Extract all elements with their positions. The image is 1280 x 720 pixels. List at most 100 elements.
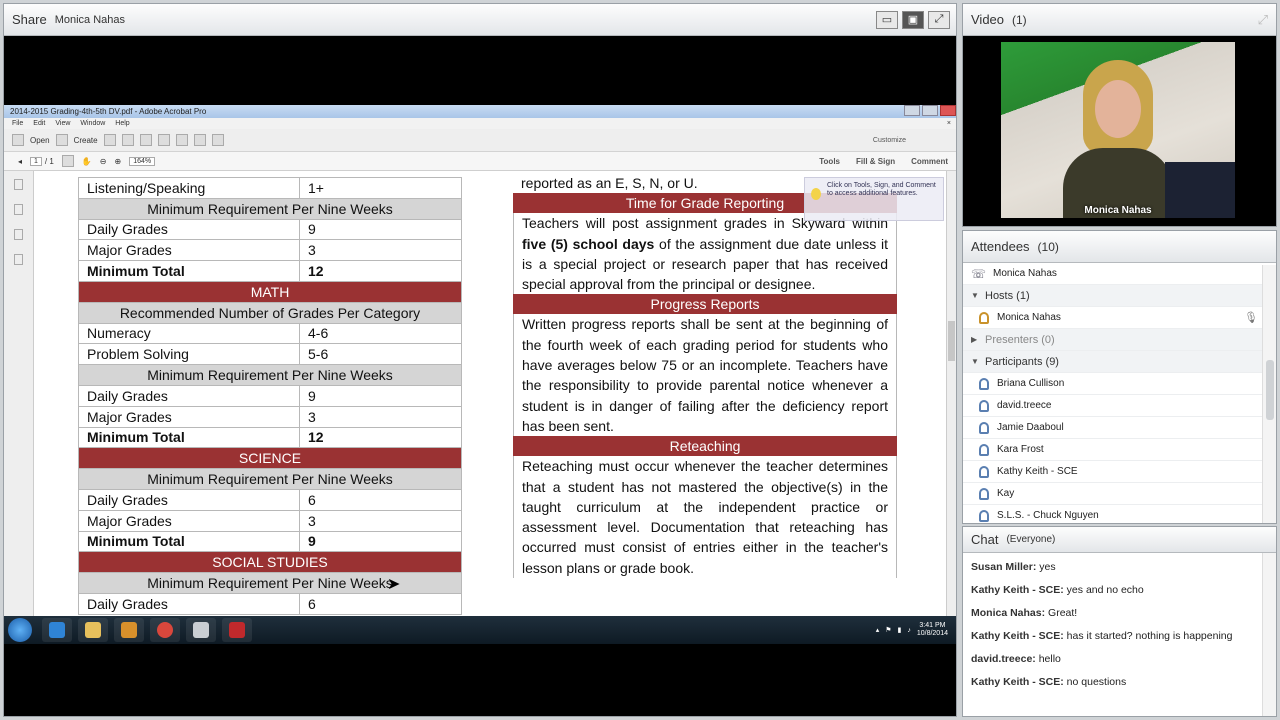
fullscreen-icon[interactable]: ⤢	[928, 10, 950, 29]
page-input[interactable]: 1	[30, 156, 42, 166]
acrobat-titlebar: 2014-2015 Grading-4th-5th DV.pdf - Adobe…	[4, 105, 956, 118]
cell-label: Daily Grades	[78, 592, 300, 615]
menu-edit[interactable]: Edit	[33, 120, 45, 127]
taskbar-acrobat[interactable]	[222, 618, 252, 642]
comment-pane-button[interactable]: Comment	[911, 157, 948, 166]
select-tool-icon[interactable]	[61, 155, 74, 167]
attendees-scrollbar-thumb[interactable]	[1266, 360, 1274, 420]
list-item[interactable]: S.L.S. - Chuck Nguyen	[963, 505, 1276, 527]
fit-width-icon[interactable]: ▭	[876, 10, 898, 29]
customize-dropdown[interactable]: Customize	[873, 137, 906, 144]
taskbar-ie[interactable]	[42, 618, 72, 642]
chat-sender: Susan Miller:	[971, 561, 1037, 573]
expand-icon[interactable]: ⤢	[1258, 12, 1268, 28]
bookmarks-icon[interactable]	[14, 204, 23, 215]
host-row[interactable]: Monica Nahas 🎙	[963, 307, 1276, 329]
save-icon[interactable]	[103, 134, 116, 146]
taskbar-app[interactable]	[186, 618, 216, 642]
open-button[interactable]: Open	[30, 136, 50, 145]
zoom-input[interactable]: 164%	[129, 156, 156, 166]
close-doc-icon[interactable]: ×	[947, 120, 951, 127]
menu-window[interactable]: Window	[80, 120, 105, 127]
cell-label: Problem Solving	[78, 343, 300, 366]
share-header: Share Monica Nahas ▭ ▣ ⤢	[4, 4, 956, 36]
taskbar-media[interactable]	[114, 618, 144, 642]
tray-flag-icon[interactable]: ⚑	[885, 626, 891, 634]
grade-reporting-text: Teachers will post assignment grades in …	[513, 213, 897, 295]
gear-icon[interactable]	[175, 134, 188, 146]
pdf-scrollbar-thumb[interactable]	[948, 321, 955, 361]
edit-icon[interactable]	[139, 134, 152, 146]
participants-section[interactable]: ▼ Participants (9)	[963, 351, 1276, 373]
tools-pane-button[interactable]: Tools	[819, 157, 840, 166]
print-icon[interactable]	[121, 134, 134, 146]
pdf-viewport: Listening/Speaking 1+ Minimum Requirement …	[4, 171, 956, 616]
signatures-icon[interactable]	[14, 254, 23, 265]
chat-pod: Chat (Everyone) Susan Miller: yes Kathy K…	[962, 526, 1277, 717]
zoom-in-icon[interactable]: ⊕	[115, 157, 122, 166]
fit-screen-icon[interactable]: ▣	[902, 10, 924, 29]
taskbar-explorer[interactable]	[78, 618, 108, 642]
chat-text: no questions	[1063, 676, 1127, 688]
self-row[interactable]: ☏ Monica Nahas	[963, 263, 1276, 285]
zoom-out-icon[interactable]: ⊖	[100, 157, 107, 166]
presenter-video	[1063, 60, 1173, 218]
table-row: Recommended Number of Grades Per Categor…	[78, 301, 462, 324]
stamp-icon[interactable]	[211, 134, 224, 146]
tray-up-icon[interactable]: ▴	[876, 626, 880, 634]
comment-icon[interactable]	[193, 134, 206, 146]
attendees-scrollbar[interactable]	[1262, 265, 1276, 523]
expand-arrow-icon[interactable]: ▶	[971, 335, 985, 344]
system-clock[interactable]: 3:41 PM 10/8/2014	[917, 622, 948, 638]
microphone-icon[interactable]: 🎙	[1244, 311, 1258, 324]
fill-sign-pane-button[interactable]: Fill & Sign	[856, 157, 895, 166]
minimize-button[interactable]	[904, 105, 920, 116]
hand-tool-icon[interactable]: ✋	[82, 157, 92, 166]
list-item[interactable]: Kara Frost	[963, 439, 1276, 461]
prev-page-icon[interactable]: ◂	[18, 157, 22, 166]
chat-scrollbar[interactable]	[1262, 553, 1276, 716]
menu-file[interactable]: File	[12, 120, 23, 127]
attachments-icon[interactable]	[14, 229, 23, 240]
cell-value: 9	[299, 218, 462, 241]
participant-name: david.treece	[997, 400, 1052, 411]
chat-title: Chat	[971, 532, 999, 547]
list-item[interactable]: david.treece	[963, 395, 1276, 417]
menu-help[interactable]: Help	[115, 120, 129, 127]
mail-icon[interactable]	[157, 134, 170, 146]
chat-header: Chat (Everyone)	[963, 527, 1276, 553]
list-item[interactable]: Jamie Daaboul	[963, 417, 1276, 439]
table-row: Major Grades 3	[78, 509, 462, 532]
list-item[interactable]: Briana Cullison	[963, 373, 1276, 395]
list-item[interactable]: Kathy Keith - SCE	[963, 461, 1276, 483]
taskbar-chrome[interactable]	[150, 618, 180, 642]
subject-heading: MATH	[78, 280, 462, 303]
create-button[interactable]: Create	[74, 136, 98, 145]
table-row: Minimum Requirement Per Nine Weeks	[78, 364, 462, 386]
share-view-controls: ▭ ▣ ⤢	[876, 10, 950, 29]
table-row: MATH	[78, 280, 462, 303]
pdf-scrollbar[interactable]	[946, 171, 956, 616]
collapse-icon[interactable]: ▼	[971, 357, 985, 366]
table-subheading: Minimum Requirement Per Nine Weeks	[78, 572, 462, 594]
table-subheading: Recommended Number of Grades Per Categor…	[78, 301, 462, 324]
list-item[interactable]: Kay	[963, 483, 1276, 505]
close-button[interactable]	[940, 105, 956, 116]
pages-icon[interactable]	[14, 179, 23, 190]
tray-network-icon[interactable]: ▮	[897, 626, 901, 634]
chat-audience[interactable]: (Everyone)	[1006, 534, 1055, 545]
host-icon	[971, 311, 997, 324]
presenters-section[interactable]: ▶ Presenters (0)	[963, 329, 1276, 351]
menu-view[interactable]: View	[55, 120, 70, 127]
navigation-pane	[4, 171, 34, 616]
tray-volume-icon[interactable]: ♪	[907, 627, 911, 634]
hosts-section[interactable]: ▼ Hosts (1)	[963, 285, 1276, 307]
maximize-button[interactable]	[922, 105, 938, 116]
chat-sender: Kathy Keith - SCE:	[971, 676, 1064, 688]
table-row: Minimum Total 12	[78, 260, 462, 282]
cell-value: 6	[299, 488, 462, 511]
start-button[interactable]	[8, 618, 32, 642]
user-icon	[971, 443, 997, 456]
webcam-feed: Monica Nahas	[1001, 42, 1235, 218]
collapse-icon[interactable]: ▼	[971, 291, 985, 300]
